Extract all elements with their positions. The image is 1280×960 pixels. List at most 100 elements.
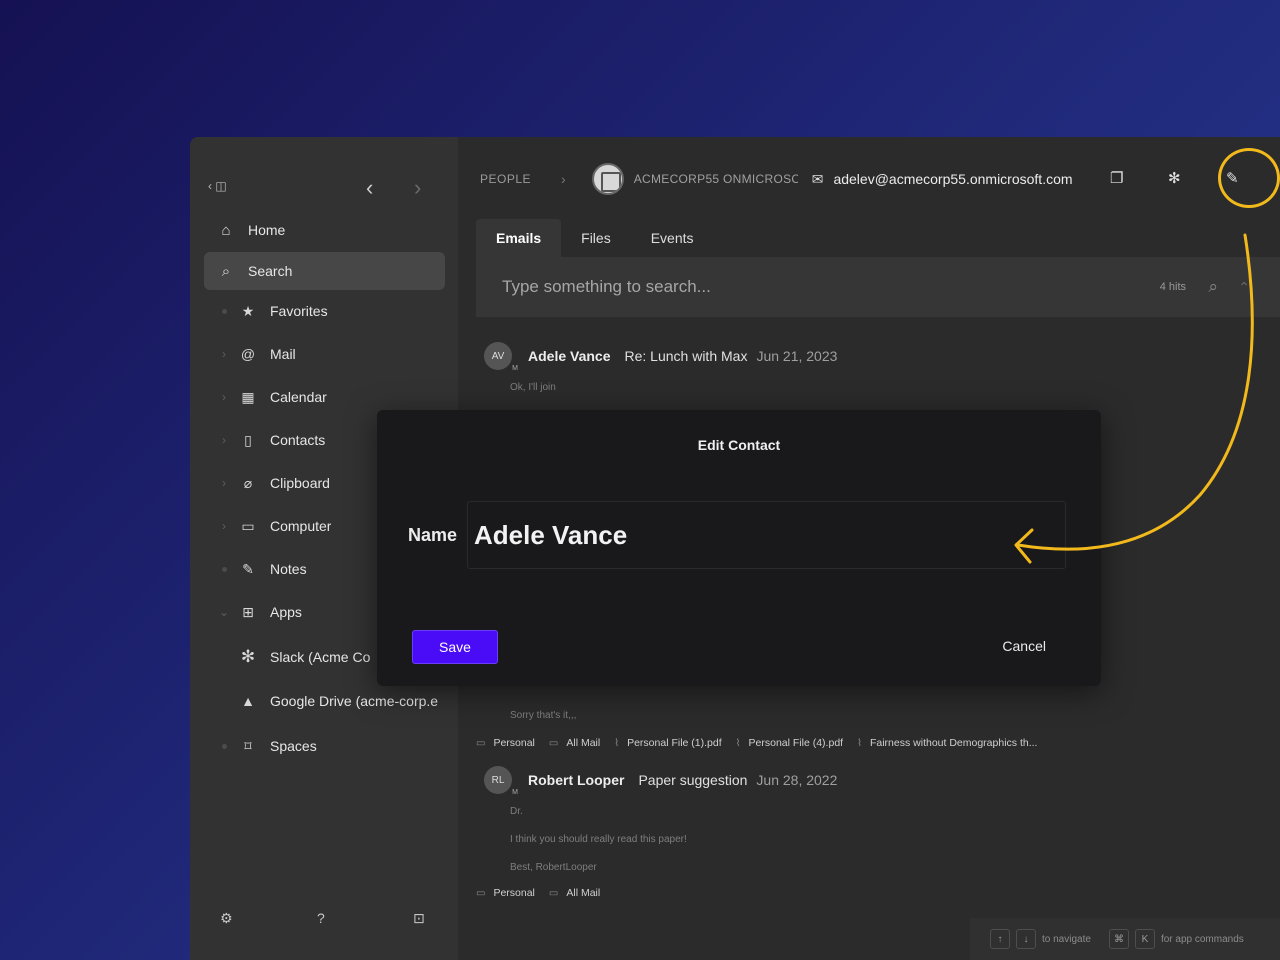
name-input[interactable]	[468, 502, 1065, 568]
attachment[interactable]: Personal File (4).pdf	[749, 737, 844, 749]
forward-arrow-icon[interactable]: ›	[414, 175, 421, 201]
email-date: Jun 21, 2023	[756, 348, 838, 364]
email-tags: ▭ Personal ▭ All Mail	[476, 883, 1280, 903]
sidebar-item-home[interactable]: ⌂ Home	[204, 211, 445, 249]
tag[interactable]: Personal	[493, 737, 534, 749]
email-body-line: Dr.	[510, 806, 523, 817]
tab-events[interactable]: Events	[631, 219, 714, 257]
mail-badge-icon: M	[512, 789, 518, 796]
email-sender: Adele Vance	[528, 348, 611, 364]
tag[interactable]: All Mail	[566, 737, 600, 749]
chevron-down-icon[interactable]: ⌄	[218, 605, 230, 619]
pdf-file-icon: ⌇	[614, 737, 620, 749]
slack-icon[interactable]: ✻	[1168, 169, 1181, 187]
sidebar-item-spaces[interactable]: ⌑ Spaces	[204, 727, 445, 765]
gift-icon[interactable]: ⊡	[413, 910, 425, 927]
cancel-button[interactable]: Cancel	[1002, 638, 1046, 654]
breadcrumb-chevron-icon: ›	[561, 171, 566, 187]
sidebar-item-label: Computer	[270, 518, 332, 534]
sidebar-item-google-drive[interactable]: ▲ Google Drive (acme-corp.e	[204, 682, 464, 720]
email-subject: Re: Lunch with Max	[624, 348, 748, 364]
tab-files[interactable]: Files	[561, 219, 631, 257]
slack-icon: ✻	[240, 647, 256, 666]
email-date: Jun 28, 2022	[756, 772, 838, 788]
sender-avatar: RL M	[484, 766, 518, 796]
email-body-line: Best, RobertLooper	[510, 862, 597, 873]
email-list-item[interactable]: Sorry that's it,,, ▭ Personal ▭ All Mail ⌇…	[476, 709, 1280, 753]
contact-email[interactable]: adelev@acmecorp55.onmicrosoft.com	[833, 171, 1072, 187]
bullet-dot	[218, 743, 230, 749]
chevron-right-icon[interactable]: ›	[218, 347, 230, 361]
chevron-right-icon[interactable]: ›	[218, 476, 230, 490]
tag[interactable]: Personal	[493, 887, 534, 899]
paperclip-icon: ⌀	[243, 474, 253, 491]
name-field-wrapper	[467, 501, 1066, 569]
email-tags: ▭ Personal ▭ All Mail ⌇ Personal File (1).p…	[476, 733, 1280, 753]
sidebar-toggle-icon[interactable]: ‹ ◫	[208, 179, 227, 193]
email-body-line: I think you should really read this pape…	[510, 834, 687, 845]
chevron-right-icon[interactable]: ›	[218, 433, 230, 447]
email-list-item[interactable]: RL M Robert Looper Paper suggestion Jun 2…	[476, 765, 1280, 903]
pdf-file-icon: ⌇	[735, 737, 741, 749]
search-icon: ⌕	[221, 262, 231, 280]
avatar-initials: AV	[491, 350, 505, 362]
sidebar-item-label: Apps	[270, 604, 302, 620]
search-hit-count: 4 hits	[1159, 281, 1186, 293]
chevron-right-icon[interactable]: ›	[218, 519, 230, 533]
sidebar-item-label: Clipboard	[270, 475, 330, 491]
tab-emails[interactable]: Emails	[476, 219, 562, 257]
pdf-file-icon: ⌇	[857, 737, 862, 749]
avatar-initials: RL	[491, 774, 505, 786]
email-list-item[interactable]: AV M Adele Vance Re: Lunch with Max Jun 2…	[476, 341, 1280, 395]
command-key-icon: ⌘	[1108, 929, 1129, 949]
search-icon[interactable]: ⌕	[1208, 277, 1218, 297]
tag[interactable]: All Mail	[566, 887, 600, 899]
email-search-input[interactable]	[502, 277, 1102, 297]
contacts-icon: ▯	[244, 431, 252, 448]
sidebar-item-label: Home	[248, 222, 286, 238]
bullet-dot	[218, 308, 230, 314]
settings-gear-icon[interactable]: ⚙	[220, 910, 233, 927]
sidebar-item-label: Slack (Acme Co	[270, 649, 371, 665]
attachment[interactable]: Personal File (1).pdf	[627, 737, 722, 749]
chevron-right-icon[interactable]: ›	[218, 390, 230, 404]
navigate-hint: to navigate	[1042, 933, 1091, 945]
at-icon: @	[240, 346, 256, 362]
sidebar-item-label: Google Drive (acme-corp.e	[270, 693, 439, 709]
edit-contact-dialog: Edit Contact Name Save Cancel	[377, 410, 1101, 686]
save-button[interactable]: Save	[412, 630, 498, 664]
sidebar-item-favorites[interactable]: ★ Favorites	[204, 292, 445, 330]
k-key: K	[1134, 929, 1155, 949]
tab-bar: Emails Files Events	[476, 219, 714, 257]
envelope-icon: ✉	[811, 170, 824, 187]
back-arrow-icon[interactable]: ‹	[366, 175, 373, 201]
folder-icon: ▭	[548, 887, 559, 899]
sidebar-item-label: Favorites	[270, 303, 328, 319]
sidebar-item-label: Notes	[270, 561, 307, 577]
home-icon: ⌂	[221, 221, 231, 239]
breadcrumb-people[interactable]: PEOPLE	[480, 172, 531, 186]
commands-hint: for app commands	[1160, 933, 1244, 945]
arrow-up-key-icon: ↑	[990, 929, 1010, 949]
help-icon[interactable]: ?	[317, 910, 325, 926]
email-search-bar: 4 hits ⌕ ⌃	[476, 257, 1280, 317]
sender-avatar: AV M	[484, 342, 518, 372]
sidebar-item-mail[interactable]: › @ Mail	[204, 335, 445, 373]
copy-icon[interactable]: ❐	[1110, 169, 1123, 187]
calendar-icon: ▦	[241, 388, 255, 405]
notes-icon: ✎	[242, 560, 254, 577]
attachment[interactable]: Fairness without Demographics th...	[870, 737, 1038, 749]
annotation-highlight-circle	[1218, 148, 1280, 208]
email-body-line: Sorry that's it,,,	[510, 710, 577, 721]
sidebar-item-label: Calendar	[270, 389, 327, 405]
bookmark-icon: ⌑	[244, 737, 252, 754]
arrow-down-key-icon: ↓	[1016, 929, 1036, 949]
folder-icon: ▭	[548, 737, 559, 749]
chevron-up-icon[interactable]: ⌃	[1238, 279, 1250, 296]
email-body-line: Ok, I'll join	[510, 382, 556, 393]
sidebar-item-label: Mail	[270, 346, 296, 362]
bullet-dot	[218, 566, 230, 572]
apps-grid-icon: ⊞	[242, 603, 254, 620]
sidebar-item-search[interactable]: ⌕ Search	[204, 252, 445, 290]
folder-icon: ▭	[241, 517, 255, 534]
